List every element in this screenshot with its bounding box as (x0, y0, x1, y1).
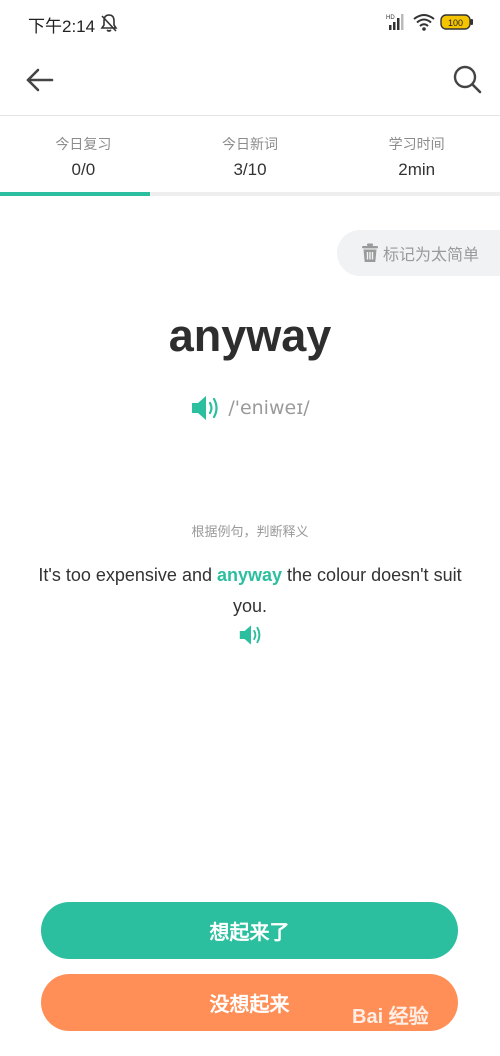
stat-label: 今日复习 (55, 137, 112, 153)
word-title: anyway (168, 310, 332, 361)
network-label: HD (386, 15, 395, 21)
wifi-icon (413, 14, 435, 31)
stat-label: 今日新词 (222, 137, 278, 153)
hint-text: 根据例句，判断释义 (191, 525, 309, 540)
sentence-before: It's too expensive and (38, 565, 217, 585)
pronunciation-row: /'eniweɪ/ (0, 393, 500, 423)
watermark-logo: Bai 经验 (352, 1006, 429, 1028)
stat-value: 2min (398, 160, 436, 179)
stat-new-words: 今日新词 3/10 (167, 118, 334, 194)
stat-value: 0/0 (71, 160, 96, 179)
stat-value: 3/10 (233, 160, 267, 179)
back-arrow-icon[interactable] (22, 62, 58, 98)
speaker-icon[interactable] (190, 393, 222, 423)
stat-review: 今日复习 0/0 (0, 118, 167, 194)
phonetic-text: /'eniweɪ/ (228, 397, 310, 419)
progress-track (0, 192, 500, 196)
mark-too-easy-button[interactable]: 标记为太简单 (337, 230, 500, 276)
bell-off-icon (100, 14, 118, 32)
search-icon[interactable] (448, 60, 488, 100)
stat-study-time: 学习时间 2min (333, 118, 500, 194)
battery-icon: 100 (440, 14, 473, 30)
sentence-highlight-word: anyway (216, 565, 283, 585)
battery-level: 100 (448, 18, 463, 28)
mark-too-easy-label: 标记为太简单 (383, 245, 480, 264)
example-sentence: It's too expensive and anyway the colour… (20, 560, 480, 622)
signal-icon: HD (386, 14, 404, 30)
sentence-speaker-icon[interactable] (238, 623, 264, 647)
status-bar: 下午2:14 HD 100 (0, 0, 500, 46)
status-time: 下午2:14 (28, 17, 96, 36)
toolbar (0, 46, 500, 116)
trash-icon (362, 243, 378, 262)
remembered-button[interactable]: 想起来了 (41, 902, 458, 959)
stats-bar: 今日复习 0/0 今日新词 3/10 学习时间 2min (0, 118, 500, 194)
stat-label: 学习时间 (388, 137, 445, 153)
progress-fill (0, 192, 150, 196)
